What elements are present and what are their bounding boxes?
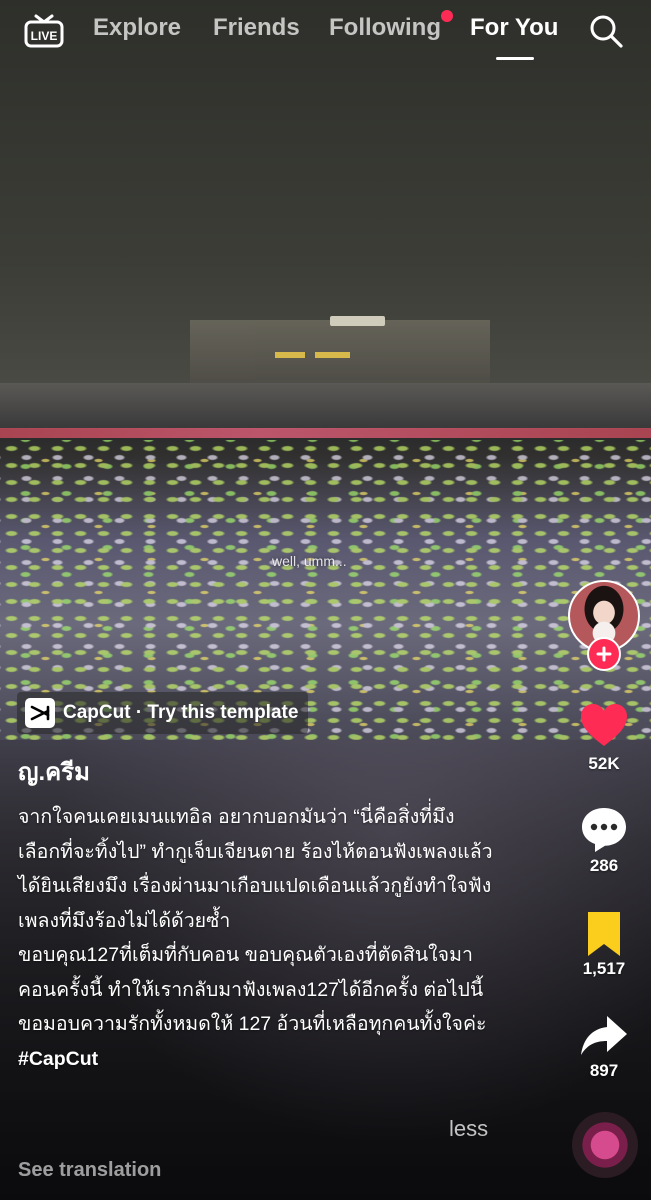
tab-explore[interactable]: Explore [93,14,181,42]
capcut-template-chip[interactable]: CapCut · Try this template [17,692,309,734]
share-count: 897 [589,1061,619,1080]
top-navigation: LIVE Explore Friends Following For You [0,0,651,72]
like-heart-icon[interactable] [578,700,630,752]
tab-for-you[interactable]: For You [470,14,558,42]
template-label: CapCut · Try this template [63,702,299,723]
share-arrow-icon[interactable] [578,1010,630,1062]
caption-paragraph: ขอบคุณ127ที่เต็มที่กับคอน ขอบคุณตัวเองที… [18,944,487,1035]
tab-friends[interactable]: Friends [213,14,300,42]
video-overlay-text: well, umm... [272,553,347,569]
hashtag-link[interactable]: #CapCut [18,1048,98,1070]
caption-paragraph: จากใจคนเคยเมนแทอิล อยากบอกมันว่า “นี่คือ… [18,806,493,932]
comment-icon[interactable] [578,804,630,856]
collapse-caption-link[interactable]: less [449,1116,488,1142]
following-notification-dot [441,10,453,22]
stadium-red-band [0,428,651,438]
comment-count: 286 [589,856,619,875]
search-icon[interactable] [588,13,624,49]
see-translation-link[interactable]: See translation [18,1159,161,1182]
svg-text:LIVE: LIVE [31,29,58,43]
music-disc[interactable] [572,1112,638,1178]
active-tab-indicator [496,57,534,60]
bookmark-icon[interactable] [578,908,630,960]
plus-icon [596,646,612,662]
building-lights [275,352,375,358]
live-tv-icon[interactable]: LIVE [24,14,64,48]
save-count: 1,517 [582,959,626,978]
like-count: 52K [588,754,620,773]
post-caption: จากใจคนเคยเมนแทอิล อยากบอกมันว่า “นี่คือ… [18,800,496,1076]
capcut-icon [25,698,55,728]
tab-following[interactable]: Following [329,14,441,42]
creator-username[interactable]: ญ.ครีม [18,752,90,791]
stadium-roof [0,383,651,429]
follow-button[interactable] [587,637,621,671]
